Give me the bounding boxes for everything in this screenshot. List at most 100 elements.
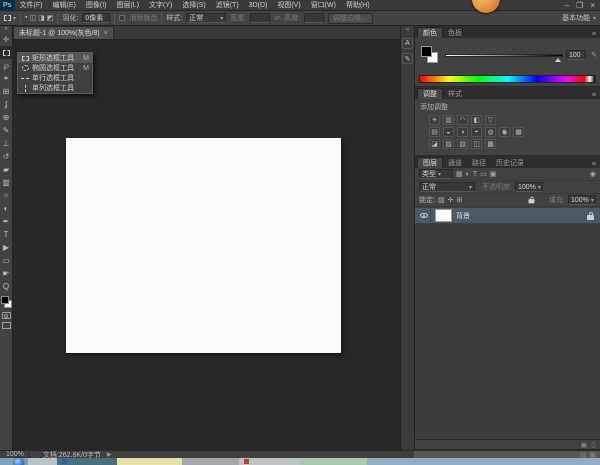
subtract-selection-icon[interactable]: ◨: [38, 14, 45, 22]
lock-transparency-icon[interactable]: ▨: [438, 196, 445, 204]
taskbar-segment[interactable]: [28, 458, 57, 465]
layer-thumbnail[interactable]: [435, 209, 452, 222]
color-spectrum-ramp[interactable]: [419, 75, 596, 83]
gradient-map-icon[interactable]: ▧: [457, 139, 468, 149]
blend-mode-dropdown[interactable]: 正常 ▾: [419, 182, 475, 192]
fill-input[interactable]: 100% ▾: [568, 195, 596, 205]
gradient-tool[interactable]: ▥: [0, 176, 13, 189]
exposure-icon[interactable]: ◧: [471, 115, 482, 125]
channel-mixer-icon[interactable]: ◍: [485, 127, 496, 137]
quick-selection-tool[interactable]: ✶: [0, 72, 13, 85]
invert-icon[interactable]: ▦: [513, 127, 524, 137]
style-dropdown[interactable]: 正常 ▾: [186, 13, 226, 23]
opacity-input[interactable]: 100% ▾: [515, 182, 543, 192]
curves-icon[interactable]: ◠: [457, 115, 468, 125]
filter-shape-layers-icon[interactable]: ▭: [480, 170, 487, 178]
hand-tool[interactable]: ☛: [0, 267, 13, 280]
selective-color-icon[interactable]: ◫: [471, 139, 482, 149]
type-tool[interactable]: T: [0, 228, 13, 241]
taskbar-segment[interactable]: [182, 458, 239, 465]
flyout-single-row-marquee[interactable]: 单行选框工具: [18, 73, 92, 83]
color-lookup-icon[interactable]: ◉: [499, 127, 510, 137]
filter-pixel-layers-icon[interactable]: ▦: [456, 170, 463, 178]
blur-tool[interactable]: ○: [0, 189, 13, 202]
menu-file[interactable]: 文件(F): [15, 0, 48, 11]
taskbar-segment[interactable]: [300, 458, 367, 465]
history-brush-tool[interactable]: ↺: [0, 150, 13, 163]
shape-tool[interactable]: ▭: [0, 254, 13, 267]
tab-adjustments[interactable]: 调整: [417, 88, 443, 99]
panel-menu-icon[interactable]: ≡: [592, 92, 600, 99]
pen-tool[interactable]: ✒: [0, 215, 13, 228]
crop-tool[interactable]: ⊞: [0, 85, 13, 98]
flyout-rectangular-marquee[interactable]: 矩形选框工具 M: [18, 53, 92, 63]
paragraph-panel-icon[interactable]: ✎: [402, 53, 413, 64]
close-document-icon[interactable]: ×: [104, 30, 108, 37]
visibility-eye-icon[interactable]: [418, 209, 431, 222]
lock-all-icon[interactable]: [529, 197, 535, 204]
tab-styles[interactable]: 样式: [443, 88, 467, 99]
menu-help[interactable]: 帮助(H): [341, 0, 375, 11]
brightness-contrast-icon[interactable]: ☀: [429, 115, 440, 125]
menu-edit[interactable]: 编辑(E): [48, 0, 81, 11]
slider-thumb[interactable]: [555, 58, 561, 62]
posterize-icon[interactable]: ◪: [429, 139, 440, 149]
add-selection-icon[interactable]: ◫: [30, 14, 37, 22]
taskbar-segment[interactable]: [239, 458, 300, 465]
minimize-button[interactable]: –: [565, 1, 569, 10]
zoom-tool[interactable]: Q: [0, 280, 13, 293]
move-tool[interactable]: ✛: [0, 33, 13, 46]
delete-layer-icon[interactable]: ▯: [591, 441, 595, 449]
foreground-color-swatch[interactable]: [421, 46, 432, 57]
rectangular-marquee-tool[interactable]: [0, 46, 13, 59]
zoom-level-field[interactable]: 100%: [0, 451, 29, 458]
tab-layers[interactable]: 图层: [417, 157, 443, 168]
restore-button[interactable]: ❐: [576, 1, 583, 10]
tab-paths[interactable]: 路径: [467, 157, 491, 168]
threshold-icon[interactable]: ▨: [443, 139, 454, 149]
layer-row-background[interactable]: 背景: [415, 207, 600, 224]
expand-dock-icon[interactable]: «: [406, 26, 409, 34]
quick-mask-button[interactable]: [2, 312, 11, 319]
filter-adjustment-layers-icon[interactable]: ◐: [466, 171, 470, 178]
menu-type[interactable]: 文字(Y): [144, 0, 177, 11]
menu-view[interactable]: 视图(V): [272, 0, 305, 11]
path-selection-tool[interactable]: ▶: [0, 241, 13, 254]
tab-channels[interactable]: 通道: [443, 157, 467, 168]
lasso-tool[interactable]: ℘: [0, 59, 13, 72]
tab-swatches[interactable]: 色板: [443, 27, 467, 38]
hue-saturation-icon[interactable]: ▤: [429, 127, 440, 137]
layer-filter-dropdown[interactable]: 类型 ▾: [419, 169, 453, 179]
foreground-color-swatch[interactable]: [1, 296, 9, 304]
panel-menu-icon[interactable]: ≡: [592, 31, 600, 38]
tab-history[interactable]: 历史记录: [491, 157, 529, 168]
dodge-tool[interactable]: ◐: [0, 202, 13, 215]
menu-select[interactable]: 选择(S): [177, 0, 210, 11]
flyout-single-column-marquee[interactable]: 单列选框工具: [18, 83, 92, 93]
refine-edge-button[interactable]: 调整边缘…: [328, 13, 373, 24]
vibrance-icon[interactable]: ▽: [485, 115, 496, 125]
tab-color[interactable]: 颜色: [417, 27, 443, 38]
grayscale-value-input[interactable]: 100: [566, 50, 586, 60]
color-picker-icon[interactable]: ✎: [591, 51, 597, 59]
lock-position-icon[interactable]: ✛: [448, 196, 454, 204]
collapse-dock-icon[interactable]: »: [4, 26, 7, 33]
black-white-icon[interactable]: ◑: [457, 127, 468, 137]
height-input[interactable]: [304, 13, 324, 23]
filter-toggle-icon[interactable]: ◉: [590, 170, 596, 178]
eraser-tool[interactable]: ▰: [0, 163, 13, 176]
filter-smart-objects-icon[interactable]: ▣: [490, 170, 497, 178]
antialias-checkbox[interactable]: [119, 15, 125, 21]
menu-3d[interactable]: 3D(D): [244, 0, 273, 11]
width-input[interactable]: [250, 13, 270, 23]
flyout-elliptical-marquee[interactable]: 椭圆选框工具 M: [18, 63, 92, 73]
taskbar-segment[interactable]: [117, 458, 182, 465]
new-layer-icon[interactable]: ▣: [581, 441, 588, 449]
color-balance-icon[interactable]: ◒: [443, 127, 454, 137]
document-tab[interactable]: 未标题-1 @ 100%(灰色/8) ×: [13, 26, 114, 39]
feather-input[interactable]: 0像素: [82, 13, 110, 23]
menu-layer[interactable]: 图层(L): [111, 0, 144, 11]
character-panel-icon[interactable]: A: [402, 38, 413, 49]
brush-tool[interactable]: ✎: [0, 124, 13, 137]
new-selection-icon[interactable]: ▪: [25, 14, 27, 22]
